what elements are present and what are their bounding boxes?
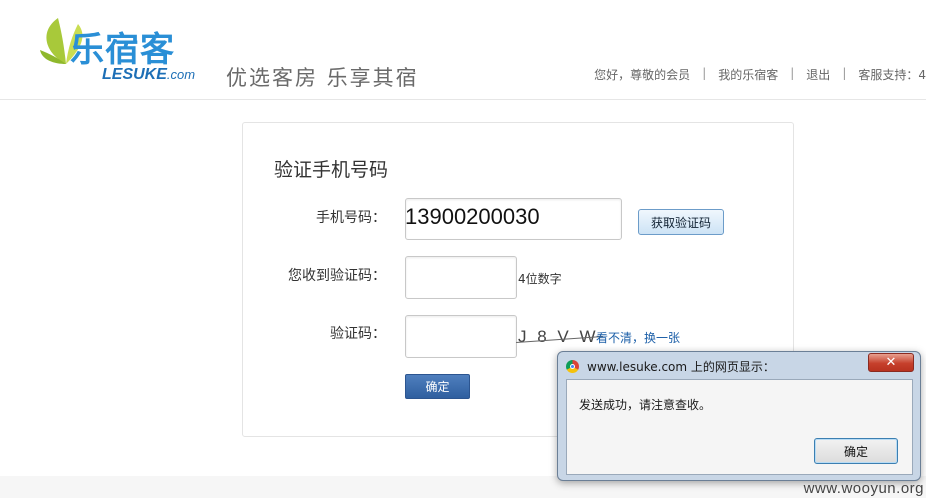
site-header: 乐宿客 LESUKE.com 优选客房 乐享其宿 您好，尊敬的会员 | 我的乐宿… bbox=[0, 0, 926, 100]
site-slogan: 优选客房 乐享其宿 bbox=[226, 66, 419, 90]
captcha-image[interactable]: J 8 V W bbox=[516, 327, 603, 347]
received-code-label: 您收到验证码： bbox=[288, 268, 386, 284]
received-code-hint: 4位数字 bbox=[518, 272, 562, 286]
phone-input-value: 13900200030 bbox=[405, 204, 540, 229]
get-code-button[interactable]: 获取验证码 bbox=[638, 209, 724, 235]
received-code-input[interactable] bbox=[405, 256, 517, 299]
dialog-close-button[interactable]: ✕ bbox=[868, 353, 914, 372]
logo-en-main: LESUKE bbox=[102, 66, 167, 83]
nav-logout-link[interactable]: 退出 bbox=[794, 66, 842, 83]
watermark: www.wooyun.org bbox=[803, 480, 924, 497]
dialog-body: 发送成功，请注意查收。 确定 bbox=[566, 379, 913, 475]
logo-en-suffix: .com bbox=[166, 67, 196, 82]
nav-support-text: 客服支持：4 bbox=[858, 68, 926, 82]
logo-chinese-text: 乐宿客 bbox=[70, 30, 175, 70]
dialog-ok-button[interactable]: 确定 bbox=[814, 438, 898, 464]
logo-english-text: LESUKE.com bbox=[102, 66, 195, 84]
nav-greeting: 您好，尊敬的会员 bbox=[594, 68, 691, 82]
chrome-icon bbox=[566, 359, 579, 373]
submit-button[interactable]: 确定 bbox=[405, 374, 470, 399]
phone-label: 手机号码： bbox=[316, 210, 386, 226]
dialog-title: www.lesuke.com 上的网页显示： bbox=[587, 359, 775, 374]
captcha-label: 验证码： bbox=[330, 326, 386, 342]
dialog-titlebar[interactable]: www.lesuke.com 上的网页显示： bbox=[566, 356, 866, 376]
alert-dialog: www.lesuke.com 上的网页显示： ✕ 发送成功，请注意查收。 确定 bbox=[557, 351, 921, 481]
captcha-input[interactable] bbox=[405, 315, 517, 358]
close-icon: ✕ bbox=[885, 355, 897, 370]
nav-my-account-link[interactable]: 我的乐宿客 bbox=[706, 66, 790, 83]
top-navigation: 您好，尊敬的会员 | 我的乐宿客 | 退出 | 客服支持：4 bbox=[582, 66, 926, 83]
refresh-captcha-link[interactable]: 看不清，换一张 bbox=[596, 329, 680, 346]
form-title: 验证手机号码 bbox=[274, 159, 389, 181]
dialog-message: 发送成功，请注意查收。 bbox=[579, 398, 712, 412]
